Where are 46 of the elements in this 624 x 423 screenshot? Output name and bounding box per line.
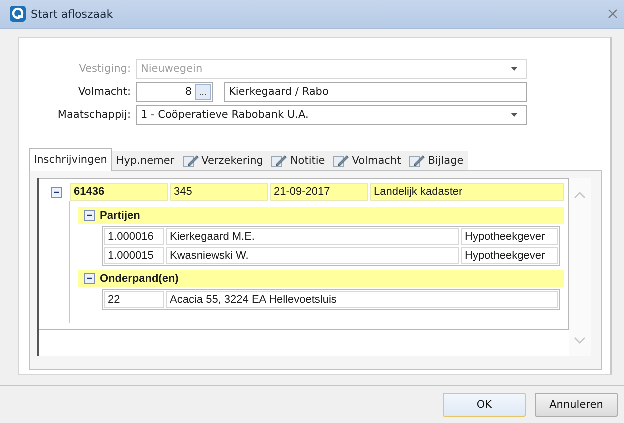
tab[interactable]: Inschrijvingen	[29, 148, 112, 171]
collapse-icon[interactable]	[51, 186, 62, 198]
record-cell: 345	[170, 183, 268, 201]
table-cell: Hypotheekgever	[461, 247, 558, 264]
field-label: Volmacht:	[78, 86, 132, 98]
scroll-down-icon[interactable]	[574, 337, 586, 344]
tab[interactable]: Hyp.nemer	[112, 151, 179, 170]
app-icon	[10, 6, 26, 22]
table-cell: 1.000015	[104, 247, 164, 264]
table-cell: Kierkegaard M.E.	[166, 228, 459, 245]
record-cell: 21-09-2017	[270, 183, 368, 201]
window-title: Start afloszaak	[31, 8, 114, 20]
record-cell: Landelijk kadaster	[370, 183, 564, 201]
number-field[interactable]: 8 ...	[136, 82, 213, 102]
dropdown-field[interactable]: 1 - Coöperatieve Rabobank U.A.	[136, 104, 527, 124]
text-field[interactable]: Kierkegaard / Rabo	[224, 82, 527, 102]
tab[interactable]: Bijlage	[405, 151, 468, 170]
collapse-icon[interactable]	[84, 273, 95, 284]
dialog-button[interactable]: Annuleren	[535, 392, 618, 416]
scroll-bar[interactable]	[569, 178, 591, 356]
table-cell: Kwasniewski W.	[166, 247, 459, 264]
field-label: Vestiging:	[78, 62, 132, 74]
group-title: Onderpand(en)	[100, 272, 179, 284]
tab[interactable]: Notitie	[267, 151, 330, 170]
pencil-icon	[182, 154, 199, 168]
close-icon[interactable]	[608, 9, 618, 19]
table-cell: Hypotheekgever	[461, 228, 558, 245]
pencil-icon	[409, 154, 426, 168]
tab[interactable]: Verzekering	[178, 151, 268, 170]
caret-icon	[511, 112, 518, 116]
dialog-button[interactable]: OK	[443, 392, 526, 416]
pencil-icon	[271, 154, 288, 168]
group-header[interactable]: Partijen	[78, 207, 564, 224]
collapse-icon[interactable]	[84, 210, 95, 221]
group-header[interactable]: Onderpand(en)	[78, 270, 564, 287]
tab[interactable]: Volmacht	[329, 151, 406, 170]
browse-button[interactable]: ...	[195, 84, 211, 100]
scroll-up-icon[interactable]	[574, 192, 586, 199]
table-cell: 22	[104, 291, 164, 308]
caret-icon	[511, 66, 518, 70]
table-cell: Acacia 55, 3224 EA Hellevoetsluis	[166, 291, 558, 308]
record-cell: 61436	[70, 183, 168, 201]
group-title: Partijen	[100, 210, 140, 222]
pencil-icon	[333, 154, 350, 168]
field-label: Maatschappij:	[56, 108, 132, 120]
table-cell: 1.000016	[104, 228, 164, 245]
